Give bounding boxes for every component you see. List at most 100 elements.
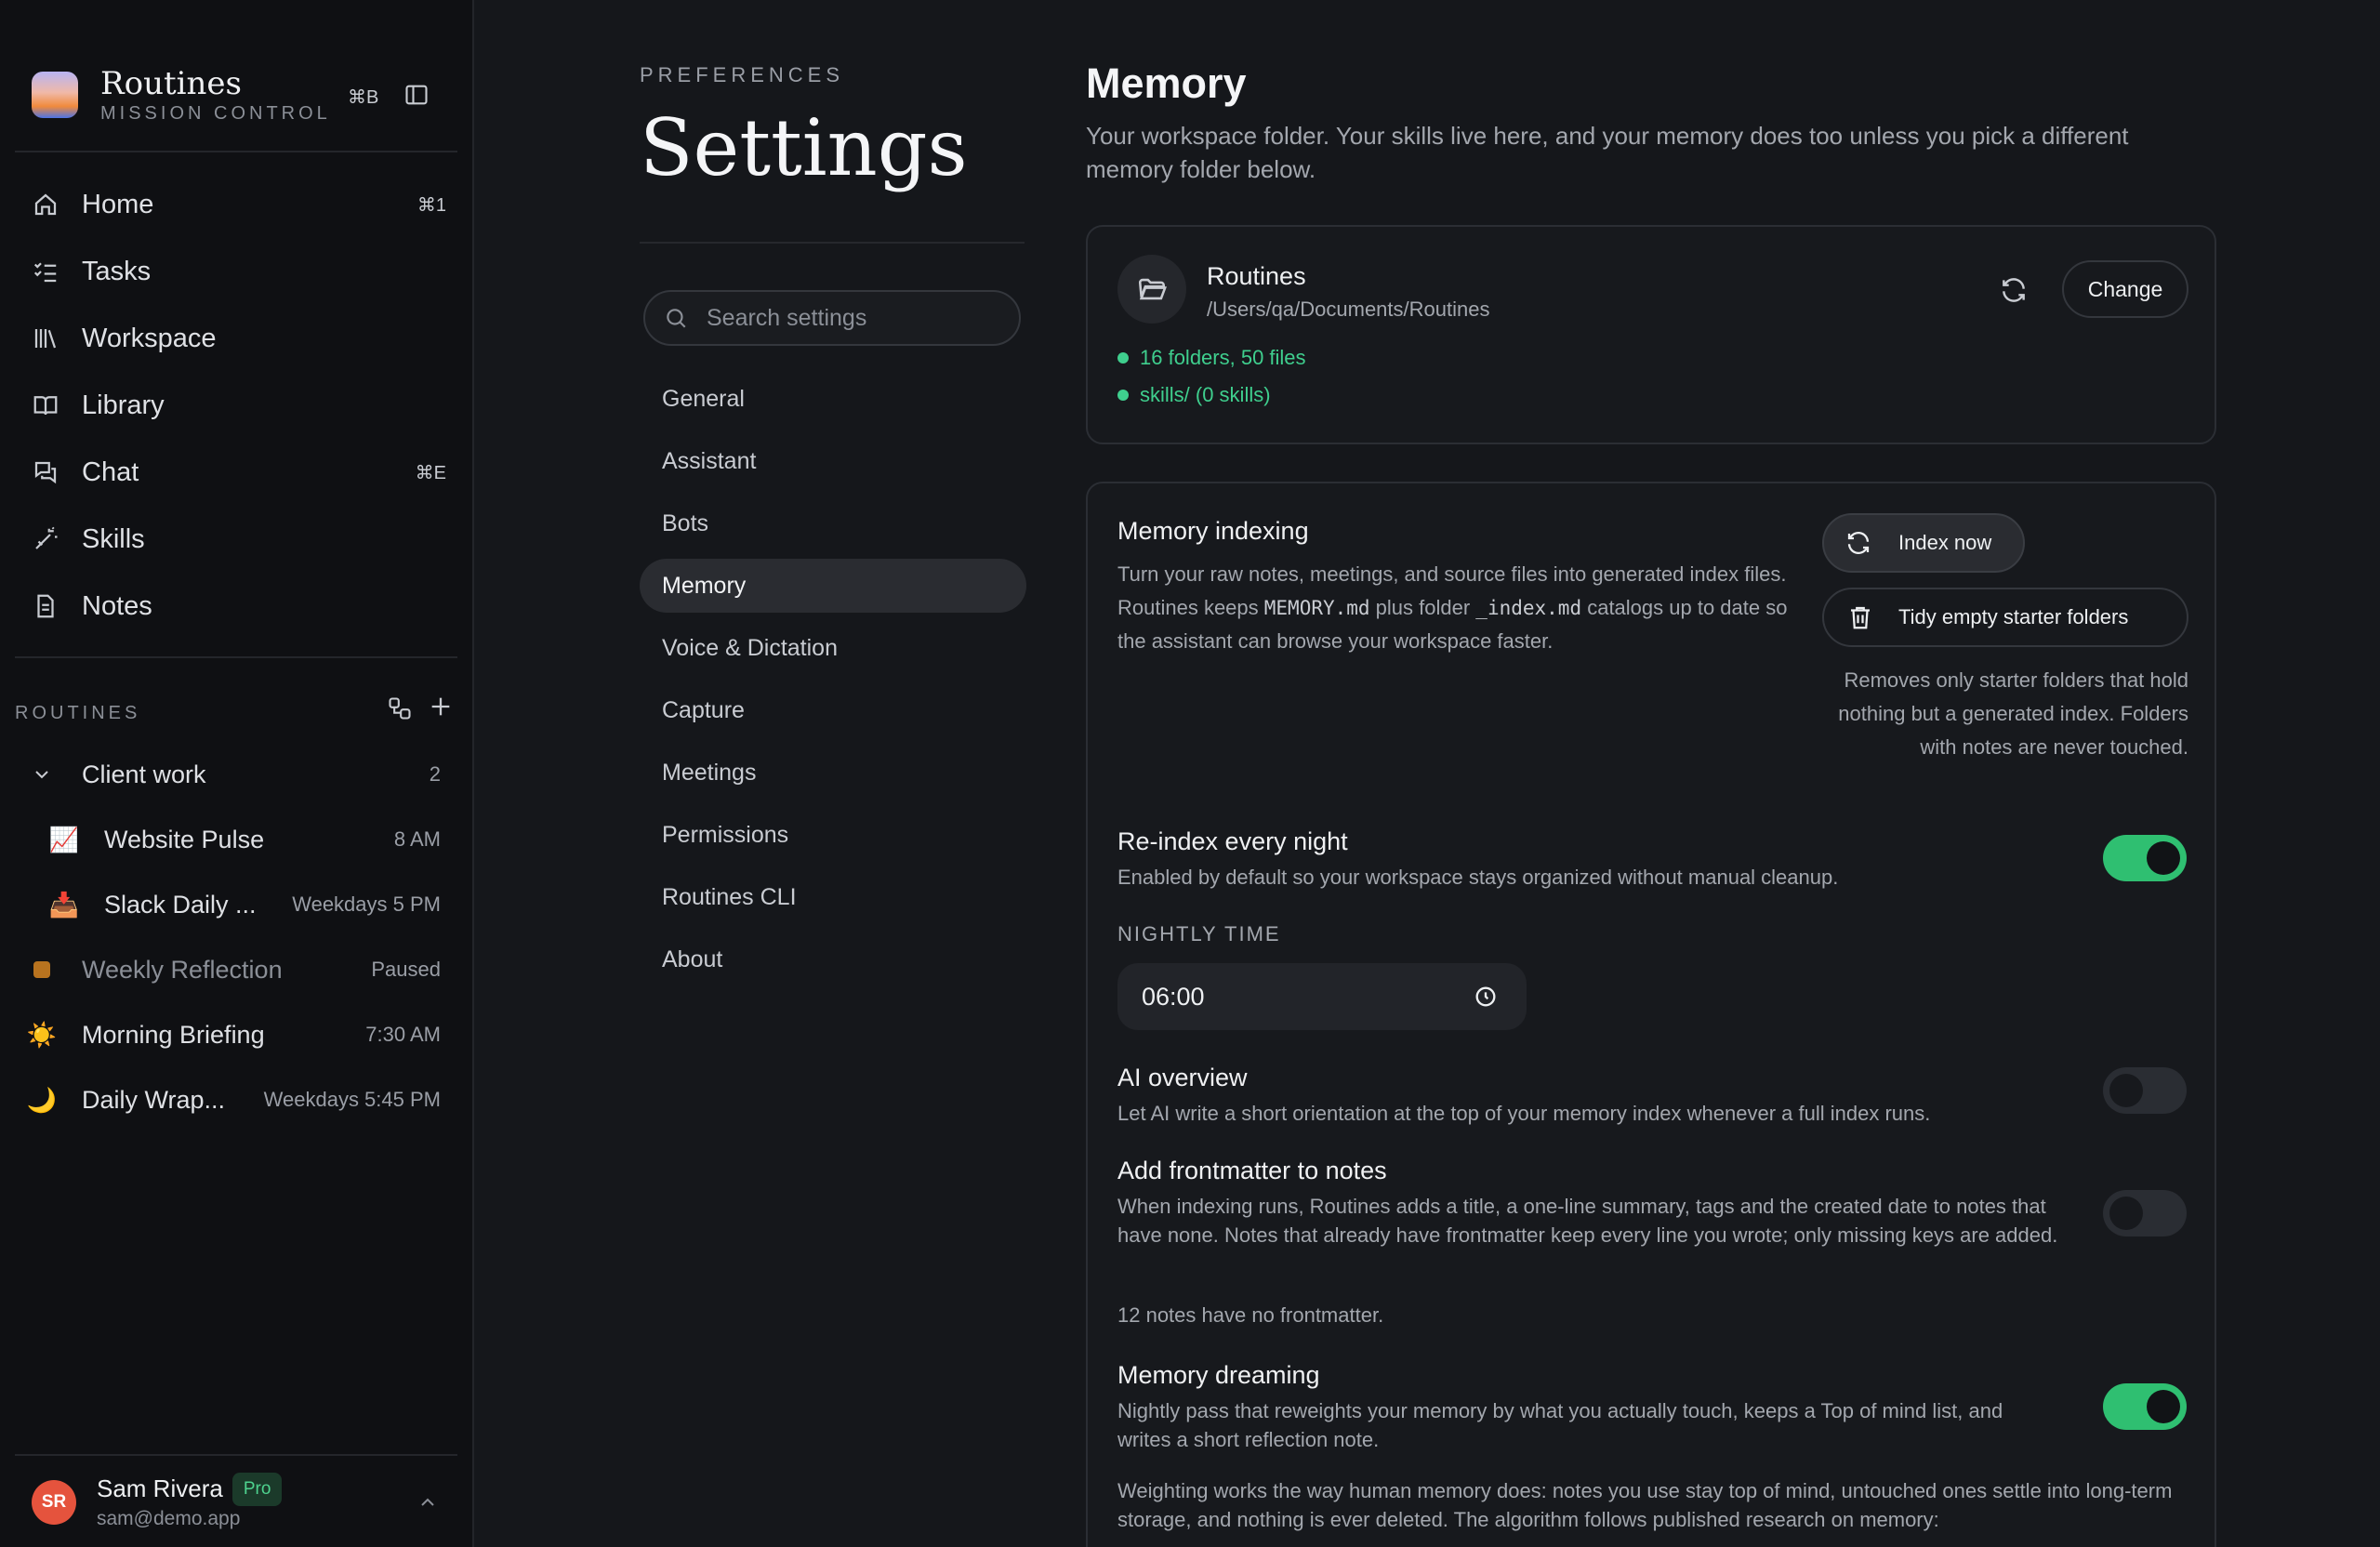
tidy-folders-button[interactable]: Tidy empty starter folders [1822, 588, 2188, 647]
frontmatter-toggle[interactable] [2103, 1190, 2187, 1236]
brand-title: Routines [100, 65, 242, 102]
nav-item-home[interactable]: Home ⌘1 [32, 171, 446, 238]
nav-item-tasks[interactable]: Tasks [32, 238, 446, 305]
settings-menu-assistant[interactable]: Assistant [640, 434, 1026, 488]
settings-menu-about[interactable]: About [640, 932, 1026, 986]
ai-overview-title: AI overview [1117, 1064, 1248, 1091]
chart-emoji-icon: 📈 [48, 825, 80, 853]
paused-square-icon [28, 956, 56, 984]
index-now-button[interactable]: Index now [1822, 513, 2025, 573]
routine-label: Website Pulse [104, 825, 265, 853]
page-title: Settings [640, 102, 968, 193]
sidebar-divider [15, 656, 457, 658]
toggle-knob [2147, 841, 2180, 875]
nav-item-notes[interactable]: Notes [32, 573, 446, 640]
clock-icon[interactable] [1473, 984, 1499, 1010]
folder-open-icon [1117, 255, 1186, 324]
sidebar: Routines MISSION CONTROL ⌘B Home ⌘1 Task… [0, 0, 474, 1547]
nav-label: Home [82, 189, 154, 219]
nav-item-workspace[interactable]: Workspace [32, 305, 446, 372]
workspace-stat: 16 folders, 50 files [1117, 346, 1306, 370]
reindex-toggle[interactable] [2103, 835, 2187, 881]
link-routines-icon[interactable] [387, 695, 413, 721]
routine-schedule: 7:30 AM [365, 1023, 441, 1046]
routine-label: Slack Daily ... [104, 890, 257, 919]
nav-label: Workspace [82, 323, 217, 353]
workspace-path: /Users/qa/Documents/Routines [1207, 298, 1490, 321]
frontmatter-description: When indexing runs, Routines adds a titl… [1117, 1195, 2058, 1247]
change-folder-button[interactable]: Change [2062, 260, 2188, 318]
workspace-name: Routines [1207, 262, 1306, 290]
toggle-sidebar-shortcut: ⌘B [348, 87, 379, 108]
settings-menu-permissions[interactable]: Permissions [640, 808, 1026, 862]
settings-menu-bots[interactable]: Bots [640, 496, 1026, 550]
routine-item-daily-wrap[interactable]: 🌙 Daily Wrap... Weekdays 5:45 PM [26, 1067, 441, 1132]
routine-item-morning-briefing[interactable]: ☀️ Morning Briefing 7:30 AM [27, 1002, 441, 1067]
chat-icon [34, 461, 57, 484]
plan-badge: Pro [231, 1473, 283, 1506]
add-routine-icon[interactable] [428, 694, 454, 720]
toggle-knob [2109, 1074, 2143, 1107]
settings-menu-memory[interactable]: Memory [640, 559, 1026, 613]
settings-menu-capture[interactable]: Capture [640, 683, 1026, 737]
routine-status: Paused [371, 958, 441, 981]
user-menu[interactable]: SR Sam Rivera Pro sam@demo.app [32, 1473, 283, 1532]
nav-item-chat[interactable]: Chat ⌘E [32, 439, 446, 506]
settings-menu-meetings[interactable]: Meetings [640, 746, 1026, 800]
nav-shortcut: ⌘E [415, 462, 446, 483]
home-icon [34, 193, 57, 216]
frontmatter-title: Add frontmatter to notes [1117, 1157, 1387, 1184]
nav-label: Notes [82, 590, 152, 621]
nav-label: Chat [82, 456, 139, 487]
brand-subtitle: MISSION CONTROL [100, 103, 331, 124]
workspace-icon [34, 329, 57, 349]
nightly-time-value: 06:00 [1142, 982, 1205, 1011]
dreaming-description: Nightly pass that reweights your memory … [1117, 1399, 2003, 1451]
code-index-md: _index.md [1475, 597, 1582, 619]
memory-indexing-card: Memory indexing Turn your raw notes, mee… [1086, 482, 2216, 1547]
inbox-emoji-icon: 📥 [48, 890, 80, 919]
user-email: sam@demo.app [97, 1508, 241, 1529]
refresh-icon[interactable] [1999, 275, 2029, 305]
status-dot [1117, 390, 1129, 401]
routine-label: Daily Wrap... [82, 1085, 226, 1114]
brand[interactable]: Routines MISSION CONTROL [32, 65, 331, 125]
search-field[interactable] [643, 290, 1021, 346]
book-icon [33, 396, 58, 416]
sidebar-panel-icon[interactable] [403, 82, 430, 108]
tidy-note: Removes only starter folders that hold n… [1838, 668, 2188, 759]
reindex-title: Re-index every night [1117, 827, 1348, 855]
main-nav: Home ⌘1 Tasks Workspace Library Chat ⌘E … [32, 171, 446, 640]
chevron-up-icon[interactable] [416, 1491, 439, 1514]
routine-group-client-work[interactable]: Client work 2 [28, 742, 441, 807]
settings-menu: General Assistant Bots Memory Voice & Di… [640, 372, 1026, 995]
frontmatter-count: 12 notes have no frontmatter. [1117, 1303, 1384, 1327]
trash-icon [1851, 606, 1870, 629]
nav-label: Library [82, 390, 165, 420]
settings-menu-general[interactable]: General [640, 372, 1026, 426]
tasks-icon [33, 262, 57, 283]
section-title: Memory [1086, 60, 1247, 107]
settings-menu-voice-dictation[interactable]: Voice & Dictation [640, 621, 1026, 675]
nav-label: Tasks [82, 256, 152, 286]
search-input[interactable] [707, 304, 1004, 332]
routine-item-weekly-reflection[interactable]: Weekly Reflection Paused [28, 937, 441, 1002]
nav-label: Skills [82, 523, 145, 554]
routine-label: Morning Briefing [82, 1020, 265, 1049]
dreaming-title: Memory dreaming [1117, 1361, 1320, 1389]
settings-menu-routines-cli[interactable]: Routines CLI [640, 870, 1026, 924]
ai-overview-description: Let AI write a short orientation at the … [1117, 1102, 1931, 1125]
routine-item-website-pulse[interactable]: 📈 Website Pulse 8 AM [28, 807, 441, 872]
routine-schedule: Weekdays 5:45 PM [263, 1088, 441, 1111]
nav-item-skills[interactable]: Skills [32, 506, 446, 573]
nightly-time-field[interactable]: 06:00 [1117, 963, 1527, 1030]
moon-emoji-icon: 🌙 [26, 1085, 58, 1114]
sidebar-divider [15, 1454, 457, 1456]
chevron-down-icon[interactable] [28, 760, 56, 788]
nav-item-library[interactable]: Library [32, 372, 446, 439]
ai-overview-toggle[interactable] [2103, 1067, 2187, 1114]
routine-item-slack-daily[interactable]: 📥 Slack Daily ... Weekdays 5 PM [28, 872, 441, 937]
dreaming-toggle[interactable] [2103, 1383, 2187, 1430]
reindex-description: Enabled by default so your workspace sta… [1117, 866, 1839, 889]
routine-count: 2 [429, 762, 441, 786]
